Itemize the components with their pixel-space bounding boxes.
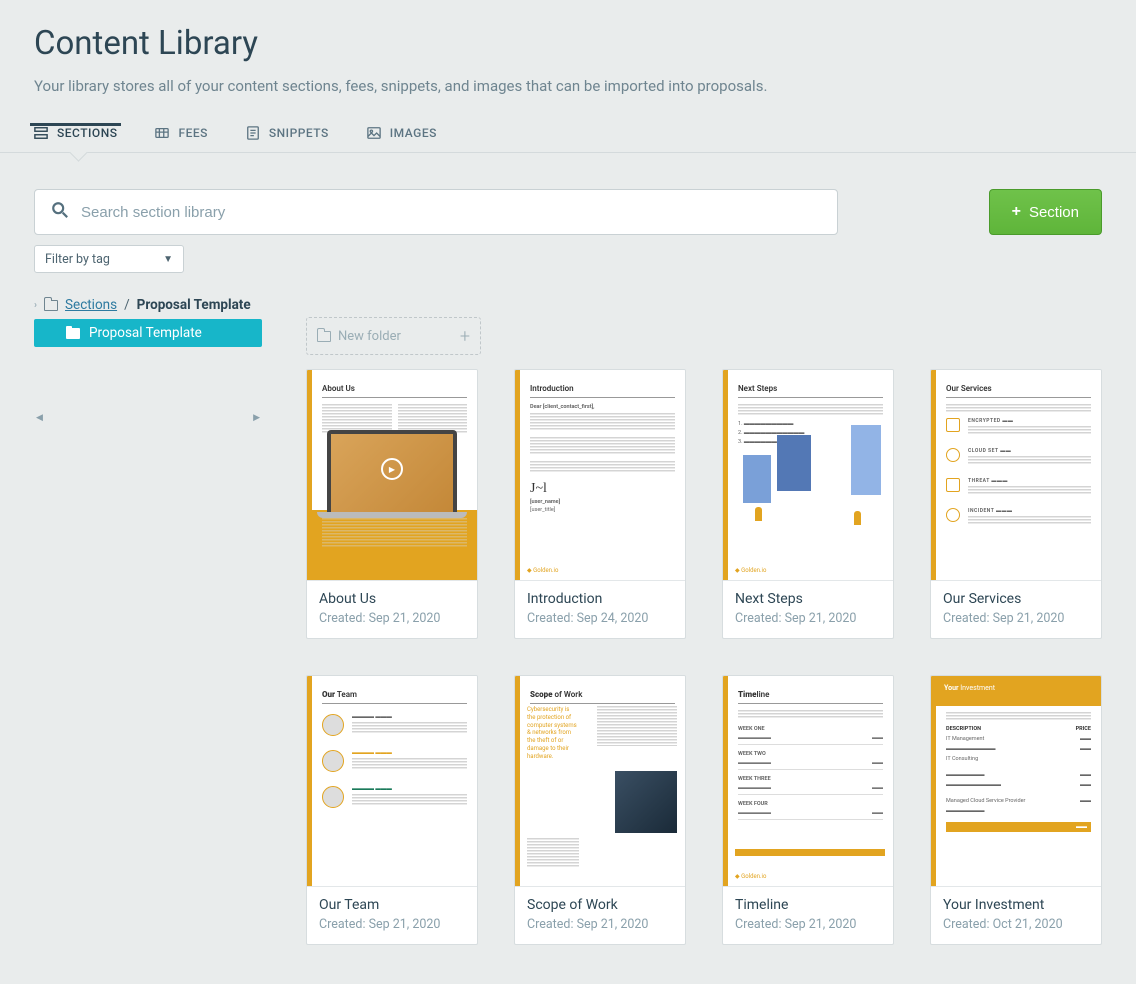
card-created: Created: Sep 21, 2020 [735, 917, 881, 932]
tab-label: IMAGES [390, 126, 437, 140]
section-card[interactable]: Scope of Work Cybersecurity is the prote… [514, 675, 686, 945]
card-title: Our Services [943, 591, 1089, 607]
section-thumbnail: Your Investment DESCRIPTIONPRICE IT Mana… [931, 676, 1101, 887]
tree-item-proposal-template[interactable]: Proposal Template [34, 319, 262, 347]
tabs: SECTIONS FEES SNIPPETS IMAGES [0, 125, 1136, 153]
filter-label: Filter by tag [45, 252, 110, 267]
plus-icon: + [1012, 203, 1021, 221]
card-created: Created: Sep 21, 2020 [943, 611, 1089, 626]
tree-hscroll[interactable]: ◀ ▶ [34, 411, 262, 425]
page-subtitle: Your library stores all of your content … [34, 77, 1102, 95]
section-card[interactable]: Our Services ENCRYPTED ▬▬ CLOUD SET ▬▬ T… [930, 369, 1102, 639]
tab-snippets[interactable]: SNIPPETS [246, 125, 329, 152]
tab-label: SECTIONS [57, 126, 117, 140]
card-created: Created: Sep 21, 2020 [319, 917, 465, 932]
section-thumbnail: Timeline WEEK ONE ▬▬▬▬▬▬▬▬ WEEK TWO ▬▬▬▬… [723, 676, 893, 887]
new-section-button[interactable]: + Section [989, 189, 1102, 235]
tab-label: SNIPPETS [269, 126, 329, 140]
card-title: About Us [319, 591, 465, 607]
card-created: Created: Sep 21, 2020 [319, 611, 465, 626]
breadcrumb-current: Proposal Template [137, 297, 251, 313]
filter-by-tag[interactable]: Filter by tag ▼ [34, 245, 184, 273]
images-icon [367, 126, 381, 140]
tab-fees[interactable]: FEES [155, 125, 207, 152]
section-thumbnail: Next Steps 1. ▬▬▬▬▬▬▬▬▬2. ▬▬▬▬▬▬▬▬▬▬▬3. … [723, 370, 893, 581]
breadcrumb-root[interactable]: Sections [65, 297, 117, 313]
folder-icon [66, 328, 80, 339]
section-card[interactable]: Timeline WEEK ONE ▬▬▬▬▬▬▬▬ WEEK TWO ▬▬▬▬… [722, 675, 894, 945]
chevron-down-icon: ▼ [163, 254, 173, 265]
chevron-right-icon: › [34, 300, 37, 311]
section-card[interactable]: Next Steps 1. ▬▬▬▬▬▬▬▬▬2. ▬▬▬▬▬▬▬▬▬▬▬3. … [722, 369, 894, 639]
folder-tree: Proposal Template ◀ ▶ [34, 317, 262, 945]
card-created: Created: Sep 21, 2020 [527, 917, 673, 932]
search-icon [51, 201, 69, 223]
section-grid: About Us ▶ About Us Created: Sep 21, 202… [306, 369, 1102, 945]
section-thumbnail: Introduction Dear [client_contact_first]… [515, 370, 685, 581]
card-title: Scope of Work [527, 897, 673, 913]
folder-icon [317, 331, 331, 342]
card-title: Our Team [319, 897, 465, 913]
tab-images[interactable]: IMAGES [367, 125, 437, 152]
card-created: Created: Oct 21, 2020 [943, 917, 1089, 932]
section-card[interactable]: Our Team ▬▬▬▬ ▬▬▬ ▬▬▬▬ ▬▬▬ ▬▬▬▬ ▬▬▬ Our … [306, 675, 478, 945]
section-thumbnail: Our Services ENCRYPTED ▬▬ CLOUD SET ▬▬ T… [931, 370, 1101, 581]
chevron-right-icon: ▶ [253, 413, 260, 423]
new-folder-label: New folder [338, 329, 401, 344]
section-thumbnail: Scope of Work Cybersecurity is the prote… [515, 676, 685, 887]
fees-icon [155, 126, 169, 140]
card-title: Your Investment [943, 897, 1089, 913]
page-title: Content Library [34, 24, 1102, 63]
tab-label: FEES [178, 126, 207, 140]
section-thumbnail: About Us ▶ [307, 370, 477, 581]
chevron-left-icon: ◀ [36, 413, 43, 423]
card-title: Next Steps [735, 591, 881, 607]
section-card[interactable]: Introduction Dear [client_contact_first]… [514, 369, 686, 639]
sections-icon [34, 126, 48, 140]
search-box[interactable] [34, 189, 838, 235]
section-thumbnail: Our Team ▬▬▬▬ ▬▬▬ ▬▬▬▬ ▬▬▬ ▬▬▬▬ ▬▬▬ [307, 676, 477, 887]
card-created: Created: Sep 21, 2020 [735, 611, 881, 626]
card-created: Created: Sep 24, 2020 [527, 611, 673, 626]
tab-sections[interactable]: SECTIONS [34, 125, 117, 152]
section-card[interactable]: About Us ▶ About Us Created: Sep 21, 202… [306, 369, 478, 639]
snippets-icon [246, 126, 260, 140]
tree-item-label: Proposal Template [89, 325, 202, 341]
breadcrumb: › Sections / Proposal Template [34, 297, 1102, 313]
search-input[interactable] [81, 204, 821, 221]
new-button-label: Section [1029, 204, 1079, 221]
plus-icon: + [460, 326, 470, 347]
new-folder-button[interactable]: New folder + [306, 317, 481, 355]
folder-icon [44, 300, 58, 311]
section-card[interactable]: Your Investment DESCRIPTIONPRICE IT Mana… [930, 675, 1102, 945]
card-title: Introduction [527, 591, 673, 607]
card-title: Timeline [735, 897, 881, 913]
